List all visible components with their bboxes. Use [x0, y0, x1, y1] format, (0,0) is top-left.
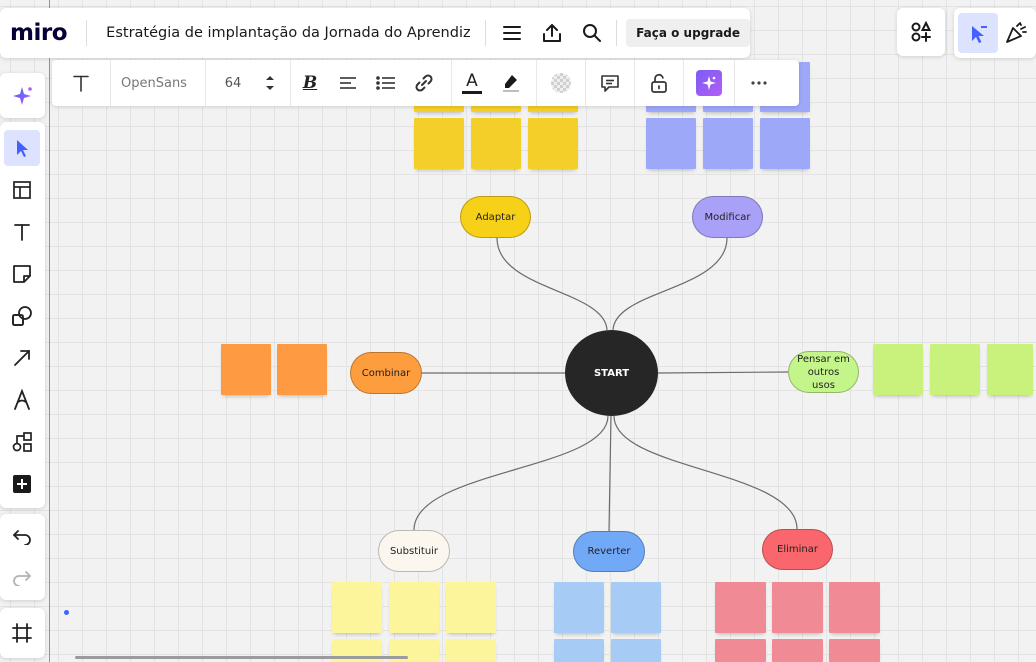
sticky-note[interactable]	[446, 639, 496, 662]
sticky-note[interactable]	[987, 344, 1033, 395]
sticky-note[interactable]	[873, 344, 923, 395]
sticky-note[interactable]	[646, 118, 696, 169]
highlighter-icon[interactable]	[492, 60, 528, 106]
divider	[86, 20, 88, 46]
sticky-note[interactable]	[389, 582, 439, 633]
sticky-note[interactable]	[829, 639, 880, 662]
miro-logo[interactable]: miro	[10, 20, 78, 46]
bullet-list-icon[interactable]	[367, 60, 405, 106]
connector-adaptar	[496, 237, 608, 331]
branch-pensar-em-outros-usos[interactable]: Pensar em outros usos	[788, 351, 859, 393]
cursor-dot	[64, 610, 69, 615]
upload-icon[interactable]	[536, 16, 568, 50]
sticky-note[interactable]	[332, 582, 382, 633]
text-color-icon[interactable]: A	[452, 60, 492, 106]
pen-icon[interactable]	[4, 382, 40, 418]
frames-panel	[0, 608, 45, 658]
bold-icon[interactable]: B	[291, 60, 329, 106]
font-size-stepper-icon[interactable]	[260, 60, 280, 106]
font-size-input[interactable]: 64	[206, 60, 260, 106]
transparent-fill-icon[interactable]	[537, 60, 585, 106]
shapes-icon[interactable]	[4, 298, 40, 334]
branch-combinar[interactable]: Combinar	[350, 352, 422, 394]
connector-pensar	[657, 371, 789, 374]
divider	[484, 20, 486, 46]
sticky-note[interactable]	[772, 639, 823, 662]
text-tool-icon[interactable]	[4, 214, 40, 250]
sticky-note[interactable]	[611, 639, 661, 662]
apps-plus-icon[interactable]	[897, 8, 945, 56]
text-format-toolbar: OpenSans 64 B A	[52, 60, 799, 106]
unlock-icon[interactable]	[635, 60, 683, 106]
sticky-note[interactable]	[760, 118, 810, 169]
branch-substituir[interactable]: Substituir	[378, 530, 450, 572]
upgrade-button[interactable]: Faça o upgrade	[626, 19, 751, 47]
celebrate-icon[interactable]	[998, 13, 1034, 53]
sticky-note[interactable]	[829, 582, 880, 633]
sticky-note[interactable]	[221, 344, 271, 395]
sticky-note[interactable]	[471, 118, 521, 169]
connector-reverter	[608, 415, 612, 532]
branch-eliminar[interactable]: Eliminar	[762, 529, 833, 570]
diagram-icon[interactable]	[4, 424, 40, 460]
sticky-note[interactable]	[930, 344, 980, 395]
sticky-note-icon[interactable]	[4, 256, 40, 292]
comment-icon[interactable]	[586, 60, 634, 106]
start-node[interactable]: START	[565, 330, 658, 416]
sticky-note[interactable]	[715, 582, 766, 633]
frame-icon[interactable]	[4, 615, 40, 651]
sticky-note[interactable]	[554, 639, 604, 662]
branch-modificar[interactable]: Modificar	[692, 196, 763, 238]
branch-adaptar[interactable]: Adaptar	[460, 196, 531, 238]
left-toolbar	[0, 122, 45, 508]
divider	[616, 20, 618, 46]
sticky-note[interactable]	[554, 582, 604, 633]
hamburger-menu-icon[interactable]	[496, 16, 528, 50]
link-icon[interactable]	[405, 60, 443, 106]
history-toolbar	[0, 514, 45, 600]
connection-line-icon[interactable]	[4, 340, 40, 376]
sticky-note[interactable]	[414, 118, 464, 169]
sticky-note[interactable]	[277, 344, 327, 395]
board-title[interactable]: Estratégia de implantação da Jornada do …	[106, 25, 470, 41]
top-bar: miro Estratégia de implantação da Jornad…	[0, 8, 751, 58]
text-icon[interactable]	[52, 60, 110, 106]
search-icon[interactable]	[576, 16, 608, 50]
ai-assist-icon[interactable]	[0, 73, 45, 118]
select-cursor-icon[interactable]	[4, 130, 40, 166]
sticky-note[interactable]	[611, 582, 661, 633]
sticky-note[interactable]	[772, 582, 823, 633]
sticky-note[interactable]	[446, 582, 496, 633]
redo-icon[interactable]	[4, 560, 40, 596]
font-family-select[interactable]: OpenSans	[110, 60, 205, 106]
sticky-note[interactable]	[528, 118, 578, 169]
sticky-note[interactable]	[715, 639, 766, 662]
branch-reverter[interactable]: Reverter	[573, 531, 645, 572]
top-right-tools	[954, 8, 1036, 58]
ai-sparkle-icon[interactable]	[684, 60, 734, 106]
undo-icon[interactable]	[4, 519, 40, 555]
connector-modificar	[612, 237, 728, 331]
pointer-cursor-icon[interactable]	[958, 13, 998, 53]
align-left-icon[interactable]	[329, 60, 367, 106]
templates-icon[interactable]	[4, 172, 40, 208]
connector-eliminar	[613, 415, 798, 530]
add-more-icon[interactable]	[4, 466, 40, 502]
connector-substituir	[413, 415, 609, 531]
horizontal-scrollbar[interactable]	[75, 656, 408, 659]
sticky-note[interactable]	[703, 118, 753, 169]
more-horizontal-icon[interactable]	[735, 60, 783, 106]
